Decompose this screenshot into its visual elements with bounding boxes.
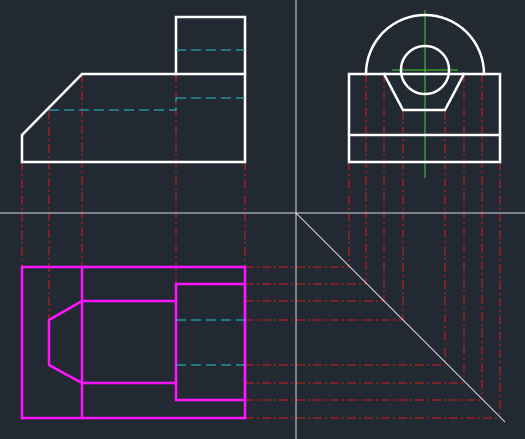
projection-lines xyxy=(21,74,501,419)
cad-drawing-canvas[interactable] xyxy=(0,0,525,439)
top-view-outline xyxy=(20,265,247,420)
front-view-outline xyxy=(20,15,247,164)
top-view-v-slot xyxy=(47,299,178,385)
side-view-v-slot xyxy=(382,72,466,112)
top-view-upright-block xyxy=(174,282,247,402)
top-view[interactable] xyxy=(20,265,247,420)
miter-line-45deg xyxy=(295,212,506,423)
side-view[interactable] xyxy=(347,10,502,178)
front-view[interactable] xyxy=(20,15,247,164)
view-axes xyxy=(0,0,525,439)
orthographic-drawing xyxy=(0,0,525,439)
hidden-line xyxy=(49,98,177,111)
